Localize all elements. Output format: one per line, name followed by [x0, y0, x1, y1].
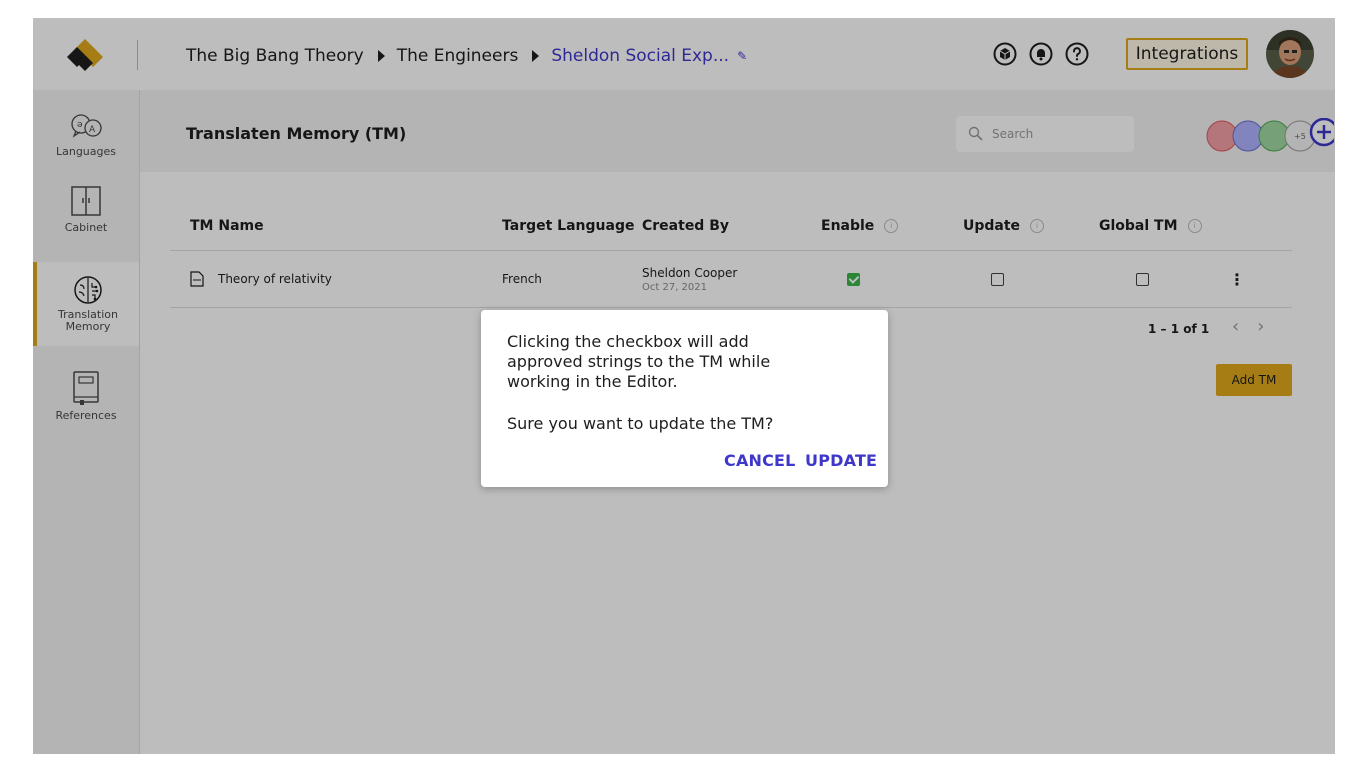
dialog-question: Sure you want to update the TM?: [507, 414, 774, 433]
update-button[interactable]: UPDATE: [805, 451, 877, 470]
dialog-message: Clicking the checkbox will add approved …: [507, 332, 771, 391]
confirm-dialog: Clicking the checkbox will add approved …: [481, 310, 888, 487]
cancel-button[interactable]: CANCEL: [724, 451, 796, 470]
